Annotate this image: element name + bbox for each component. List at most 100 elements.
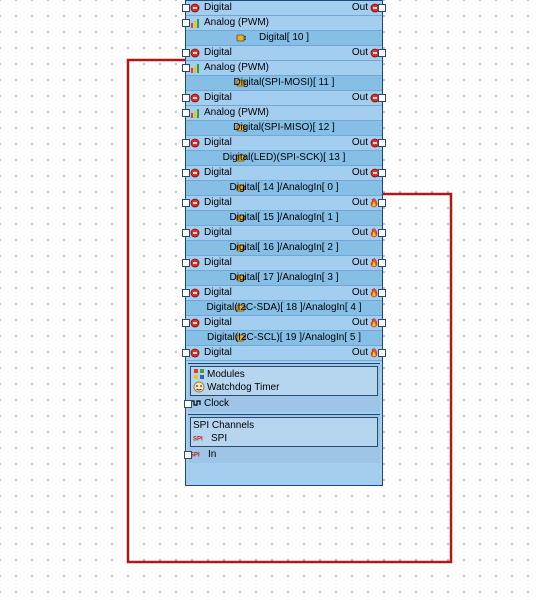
module-label: Modules: [207, 369, 245, 380]
analog-row[interactable]: Analog (PWM): [186, 16, 382, 31]
pin-right[interactable]: [378, 289, 386, 297]
header-label: Digital[ 15 ]/AnalogIn[ 1 ]: [186, 211, 382, 225]
digital-row[interactable]: DigitalOut: [186, 316, 382, 331]
pin-header[interactable]: Digital[ 16 ]/AnalogIn[ 2 ]: [186, 241, 382, 256]
in-icon: [190, 228, 200, 238]
pin-left[interactable]: [182, 4, 190, 12]
pin-right[interactable]: [378, 259, 386, 267]
in-icon: [190, 48, 200, 58]
digital-row[interactable]: DigitalOut: [186, 226, 382, 241]
digital-row[interactable]: DigitalOut: [186, 256, 382, 271]
pin-header[interactable]: Digital(SPI-MISO)[ 12 ]: [186, 121, 382, 136]
spi-in-row[interactable]: SPIIn: [190, 448, 378, 461]
out-label: Out: [352, 46, 368, 60]
analog-label: Analog (PWM): [204, 61, 269, 75]
header-label: Digital[ 16 ]/AnalogIn[ 2 ]: [186, 241, 382, 255]
spi-icon: SPI: [193, 432, 209, 444]
in-icon: [190, 318, 200, 328]
digital-label: Digital: [204, 166, 232, 180]
digital-row[interactable]: DigitalOut: [186, 196, 382, 211]
digital-label: Digital: [204, 46, 232, 60]
clock-row[interactable]: Clock: [190, 397, 378, 410]
svg-text:SPI: SPI: [193, 437, 203, 443]
pin-left[interactable]: [182, 139, 190, 147]
digital-row[interactable]: Digital Out: [186, 136, 382, 151]
spi-title: SPI Channels: [193, 419, 375, 432]
module-icon: [193, 381, 205, 393]
spi-icon: SPI: [190, 448, 206, 460]
digital-row[interactable]: DigitalOut: [186, 166, 382, 181]
pin-header[interactable]: Digital(I2C-SDA)[ 18 ]/AnalogIn[ 4 ]: [186, 301, 382, 316]
pin-header[interactable]: Digital[ 17 ]/AnalogIn[ 3 ]: [186, 271, 382, 286]
spi-label: SPI: [211, 433, 227, 444]
digital-label: Digital: [204, 346, 232, 360]
pin-header[interactable]: Digital(LED)(SPI-SCK)[ 13 ]: [186, 151, 382, 166]
pin-right[interactable]: [378, 139, 386, 147]
digital-row[interactable]: Digital Out: [186, 46, 382, 61]
pin-left[interactable]: [182, 169, 190, 177]
module-icon: [193, 368, 205, 380]
spi-section: SPI ChannelsSPISPISPIIn: [188, 414, 380, 463]
out-label: Out: [352, 346, 368, 360]
in-icon: [190, 93, 200, 103]
node-panel[interactable]: DigitalOutAnalog (PWM)Digital[ 10 ]Digit…: [185, 0, 383, 486]
out-label: Out: [352, 316, 368, 330]
pin-right[interactable]: [378, 199, 386, 207]
digital-row[interactable]: Digital Out: [186, 1, 382, 16]
in-icon: [190, 258, 200, 268]
pin-header[interactable]: Digital(I2C-SCL)[ 19 ]/AnalogIn[ 5 ]: [186, 331, 382, 346]
pin-left[interactable]: [182, 259, 190, 267]
pin-left[interactable]: [182, 229, 190, 237]
digital-label: Digital: [204, 91, 232, 105]
pin-right[interactable]: [378, 319, 386, 327]
pin-header[interactable]: Digital(SPI-MOSI)[ 11 ]: [186, 76, 382, 91]
header-label: Digital(SPI-MISO)[ 12 ]: [186, 121, 382, 135]
pin-right[interactable]: [378, 349, 386, 357]
digital-row[interactable]: DigitalOut: [186, 286, 382, 301]
pin-header[interactable]: Digital[ 14 ]/AnalogIn[ 0 ]: [186, 181, 382, 196]
pin-left[interactable]: [184, 451, 192, 459]
pin-left[interactable]: [182, 199, 190, 207]
in-icon: [190, 168, 200, 178]
digital-label: Digital: [204, 136, 232, 150]
bars-icon: [190, 107, 202, 119]
module-item[interactable]: Watchdog Timer: [193, 381, 375, 394]
digital-row[interactable]: Digital Out: [186, 346, 382, 361]
out-label: Out: [352, 1, 368, 15]
pin-right[interactable]: [378, 169, 386, 177]
out-label: Out: [352, 136, 368, 150]
out-label: Out: [352, 256, 368, 270]
in-icon: [190, 3, 200, 13]
in-icon: [190, 348, 200, 358]
modules-box[interactable]: ModulesWatchdog Timer: [190, 366, 378, 396]
pin-left[interactable]: [182, 349, 190, 357]
analog-label: Analog (PWM): [204, 16, 269, 30]
analog-row[interactable]: Analog (PWM): [186, 106, 382, 121]
digital-label: Digital: [204, 1, 232, 15]
module-item[interactable]: Modules: [193, 368, 375, 381]
pin-left[interactable]: [182, 289, 190, 297]
analog-row[interactable]: Analog (PWM): [186, 61, 382, 76]
digital-row[interactable]: DigitalOut: [186, 91, 382, 106]
analog-label: Analog (PWM): [204, 106, 269, 120]
pin-header[interactable]: Digital[ 15 ]/AnalogIn[ 1 ]: [186, 211, 382, 226]
pin-left[interactable]: [182, 319, 190, 327]
digital-label: Digital: [204, 226, 232, 240]
in-icon: [190, 138, 200, 148]
pin-right[interactable]: [378, 94, 386, 102]
pin-right[interactable]: [378, 4, 386, 12]
spi-box[interactable]: SPI ChannelsSPISPI: [190, 417, 378, 447]
pin-left[interactable]: [182, 94, 190, 102]
pin-left[interactable]: [182, 49, 190, 57]
pin-left[interactable]: [182, 19, 190, 27]
bars-icon: [190, 17, 202, 29]
pin-left[interactable]: [184, 400, 192, 408]
pin-left[interactable]: [182, 64, 190, 72]
spi-item[interactable]: SPI SPI: [193, 432, 375, 445]
pin-header[interactable]: Digital[ 10 ]: [186, 31, 382, 46]
pin-right[interactable]: [378, 49, 386, 57]
digital-label: Digital: [204, 196, 232, 210]
pin-left[interactable]: [182, 109, 190, 117]
spacer: [186, 465, 382, 485]
pin-right[interactable]: [378, 229, 386, 237]
